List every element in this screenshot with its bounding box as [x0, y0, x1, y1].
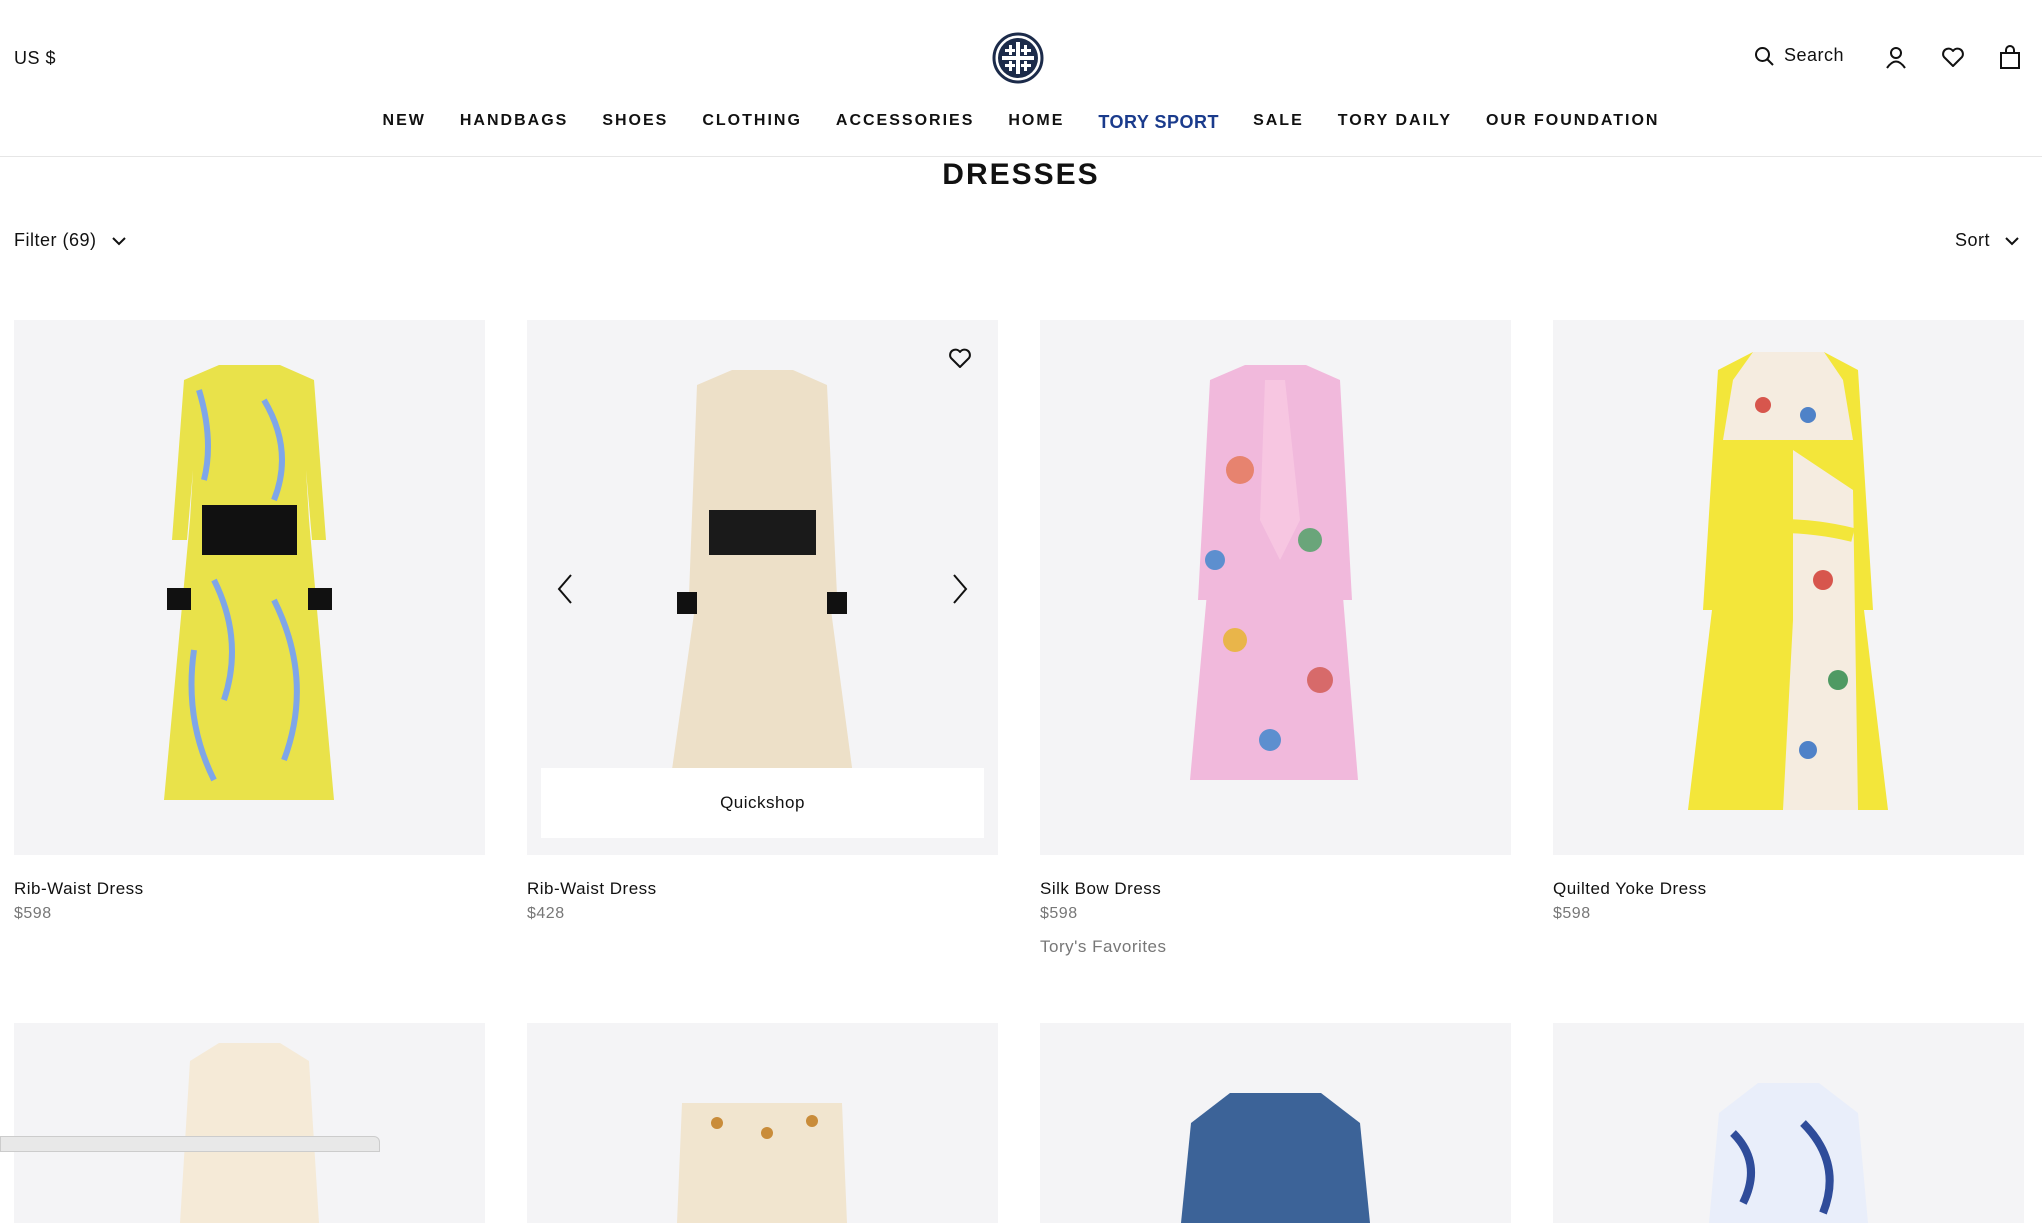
dress-illustration	[1181, 1093, 1370, 1223]
product-name[interactable]: Quilted Yoke Dress	[1553, 879, 2024, 899]
product-price: $598	[1040, 905, 1078, 922]
search-icon	[1755, 46, 1774, 66]
chevron-down-icon	[2005, 236, 2019, 245]
browser-status-bar	[0, 1136, 380, 1152]
product-image[interactable]	[1553, 1023, 2024, 1223]
product-price: $598	[1553, 905, 1591, 922]
product-image[interactable]	[527, 1023, 998, 1223]
nav-sale[interactable]: SALE	[1253, 112, 1304, 133]
dress-illustration	[1709, 1083, 1868, 1223]
sort-label: Sort	[1954, 230, 1990, 250]
dress-illustration	[164, 365, 334, 800]
filter-label: Filter (69)	[14, 230, 97, 250]
dress-illustration	[1190, 365, 1358, 780]
chevron-down-icon	[111, 236, 126, 245]
dress-illustration	[1688, 352, 1888, 810]
search-label: Search	[1784, 45, 1845, 65]
product-price: $428	[527, 905, 565, 922]
search-button[interactable]: Search	[1754, 45, 1844, 66]
brand-logo[interactable]	[992, 32, 1044, 84]
product-card[interactable]	[527, 1023, 998, 1223]
add-to-wishlist-icon[interactable]	[948, 346, 972, 370]
product-card[interactable]: Quickshop Rib-Waist Dress $428	[527, 320, 998, 923]
chevron-right-icon[interactable]	[948, 572, 972, 606]
product-card[interactable]: Rib-Waist Dress $598	[14, 320, 485, 923]
wishlist-icon[interactable]	[1941, 45, 1965, 69]
account-icon[interactable]	[1884, 45, 1908, 69]
currency-selector[interactable]: US $	[14, 48, 56, 69]
chevron-left-icon[interactable]	[553, 572, 577, 606]
nav-new[interactable]: NEW	[383, 112, 426, 133]
product-price: $598	[14, 905, 52, 922]
product-image[interactable]	[1553, 320, 2024, 855]
product-card[interactable]	[1553, 1023, 2024, 1223]
sort-button[interactable]: Sort	[1955, 230, 2020, 251]
dress-illustration	[180, 1043, 319, 1223]
product-image[interactable]	[14, 320, 485, 855]
nav-tory-sport[interactable]: TORY SPORT	[1098, 112, 1219, 133]
nav-clothing[interactable]: CLOTHING	[702, 112, 802, 133]
nav-accessories[interactable]: ACCESSORIES	[836, 112, 974, 133]
product-image[interactable]	[14, 1023, 485, 1223]
nav-home[interactable]: HOME	[1008, 112, 1064, 133]
product-name[interactable]: Rib-Waist Dress	[14, 879, 485, 899]
quickshop-button[interactable]: Quickshop	[541, 768, 984, 838]
product-image[interactable]: Quickshop	[527, 320, 998, 855]
nav-handbags[interactable]: HANDBAGS	[460, 112, 568, 133]
product-name[interactable]: Silk Bow Dress	[1040, 879, 1511, 899]
nav-shoes[interactable]: SHOES	[602, 112, 668, 133]
product-card[interactable]	[14, 1023, 485, 1223]
product-badge: Tory's Favorites	[1040, 937, 1167, 956]
product-card[interactable]: Quilted Yoke Dress $598	[1553, 320, 2024, 923]
product-card[interactable]	[1040, 1023, 1511, 1223]
nav-our-foundation[interactable]: OUR FOUNDATION	[1486, 112, 1659, 133]
nav-tory-daily[interactable]: TORY DAILY	[1338, 112, 1452, 133]
product-card[interactable]: Silk Bow Dress $598 Tory's Favorites	[1040, 320, 1511, 957]
dress-illustration	[677, 1103, 847, 1223]
product-name[interactable]: Rib-Waist Dress	[527, 879, 998, 899]
site-header: US $ Search NEW HANDBAGS SHOES CLOTHING …	[0, 0, 2042, 157]
product-image[interactable]	[1040, 1023, 1511, 1223]
main-navigation: NEW HANDBAGS SHOES CLOTHING ACCESSORIES …	[0, 112, 2042, 133]
product-image[interactable]	[1040, 320, 1511, 855]
shopping-bag-icon[interactable]	[1998, 45, 2022, 69]
page-title: DRESSES	[942, 158, 1100, 191]
filter-button[interactable]: Filter (69)	[14, 230, 127, 251]
